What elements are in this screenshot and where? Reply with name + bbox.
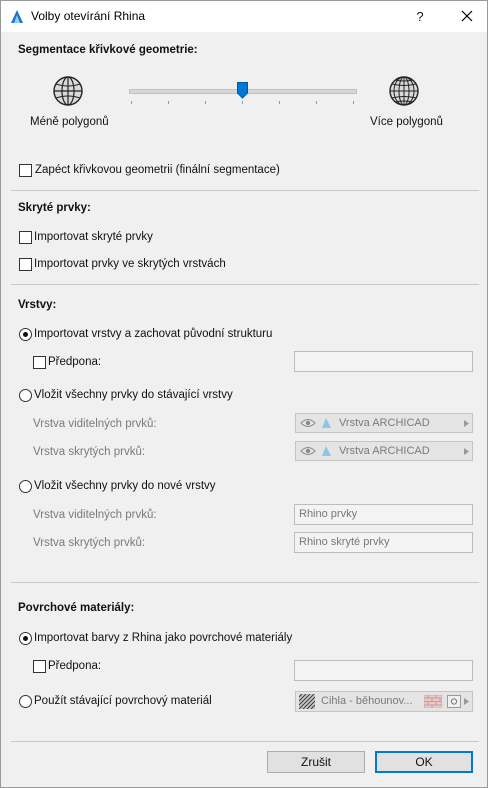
- materials-option-import-radio[interactable]: [19, 632, 32, 645]
- layers-option-keep-structure-radio[interactable]: [19, 328, 32, 341]
- slider-tick: [168, 101, 169, 104]
- title-bar: Volby otevírání Rhina ?: [1, 1, 487, 32]
- divider: [11, 741, 479, 742]
- layers-option-keep-structure-label[interactable]: Importovat vrstvy a zachovat původní str…: [34, 328, 272, 340]
- arrow-right-icon: [464, 420, 469, 427]
- materials-prefix-label[interactable]: Předpona:: [48, 660, 101, 672]
- slider-thumb[interactable]: [237, 82, 248, 99]
- close-icon: [461, 10, 473, 22]
- material-swatch-icon: [424, 695, 442, 708]
- arrow-right-icon: [464, 698, 469, 705]
- new-hidden-layer-label: Vrstva skrytých prvků:: [33, 537, 146, 549]
- visible-layer-value: Vrstva ARCHICAD: [339, 417, 430, 429]
- ok-button[interactable]: OK: [375, 751, 473, 773]
- hidden-layer-popup[interactable]: Vrstva ARCHICAD: [295, 441, 473, 461]
- material-hatch-icon: [299, 694, 315, 709]
- material-popup[interactable]: Cihla - běhounov...: [295, 691, 473, 712]
- divider: [11, 190, 479, 191]
- hidden-layer-label: Vrstva skrytých prvků:: [33, 446, 146, 458]
- material-value: Cihla - běhounov...: [321, 695, 413, 707]
- import-hidden-layers-label[interactable]: Importovat prvky ve skrytých vrstvách: [34, 258, 226, 270]
- materials-option-import-label[interactable]: Importovat barvy z Rhina jako povrchové …: [34, 632, 292, 644]
- new-visible-layer-label: Vrstva viditelných prvků:: [33, 509, 157, 521]
- divider: [11, 284, 479, 285]
- segmentation-heading: Segmentace křivkové geometrie:: [18, 44, 198, 56]
- slider-tick: [205, 101, 206, 104]
- app-icon: [11, 10, 23, 23]
- eye-icon: [300, 419, 316, 427]
- eye-icon: [300, 447, 316, 455]
- materials-option-existing-radio[interactable]: [19, 695, 32, 708]
- visible-layer-popup[interactable]: Vrstva ARCHICAD: [295, 413, 473, 433]
- slider-tick: [353, 101, 354, 104]
- more-polygons-label: Více polygonů: [370, 116, 443, 128]
- visible-layer-label: Vrstva viditelných prvků:: [33, 418, 157, 430]
- materials-prefix-input[interactable]: [294, 660, 473, 681]
- layers-option-existing-label[interactable]: Vložit všechny prvky do stávající vrstvy: [34, 389, 233, 401]
- slider-tick: [131, 101, 132, 104]
- hidden-elements-heading: Skryté prvky:: [18, 202, 91, 214]
- import-hidden-checkbox[interactable]: [19, 231, 32, 244]
- layers-heading: Vrstvy:: [18, 299, 57, 311]
- layers-prefix-label[interactable]: Předpona:: [48, 356, 101, 368]
- close-button[interactable]: [447, 1, 487, 32]
- hidden-layer-value: Vrstva ARCHICAD: [339, 445, 430, 457]
- materials-prefix-checkbox[interactable]: [33, 660, 46, 673]
- globe-icon-high: [389, 76, 419, 106]
- import-hidden-label[interactable]: Importovat skryté prvky: [34, 231, 153, 243]
- new-visible-layer-input[interactable]: Rhino prvky: [294, 504, 473, 525]
- layers-prefix-checkbox[interactable]: [33, 356, 46, 369]
- material-settings-icon: [447, 695, 461, 708]
- arrow-right-icon: [464, 448, 469, 455]
- divider: [11, 582, 479, 583]
- new-hidden-layer-input[interactable]: Rhino skryté prvky: [294, 532, 473, 553]
- bake-geometry-label[interactable]: Zapéct křivkovou geometrii (finální segm…: [35, 164, 280, 176]
- help-button[interactable]: ?: [404, 1, 436, 32]
- cancel-button[interactable]: Zrušit: [267, 751, 365, 773]
- import-hidden-layers-checkbox[interactable]: [19, 258, 32, 271]
- layer-icon: [322, 446, 331, 456]
- bake-geometry-checkbox[interactable]: [19, 164, 32, 177]
- materials-option-existing-label[interactable]: Použít stávající povrchový materiál: [34, 695, 212, 707]
- layers-option-new-label[interactable]: Vložit všechny prvky do nové vrstvy: [34, 480, 216, 492]
- layers-option-new-radio[interactable]: [19, 480, 32, 493]
- layers-prefix-input[interactable]: [294, 351, 473, 372]
- slider-tick: [316, 101, 317, 104]
- slider-tick: [279, 101, 280, 104]
- slider-tick: [242, 101, 243, 104]
- dialog-window: Volby otevírání Rhina ? Segmentace křivk…: [0, 0, 488, 788]
- globe-icon-low: [53, 76, 83, 106]
- fewer-polygons-label: Méně polygonů: [30, 116, 109, 128]
- layer-icon: [322, 418, 331, 428]
- window-title: Volby otevírání Rhina: [31, 9, 146, 23]
- layers-option-existing-radio[interactable]: [19, 389, 32, 402]
- materials-heading: Povrchové materiály:: [18, 602, 135, 614]
